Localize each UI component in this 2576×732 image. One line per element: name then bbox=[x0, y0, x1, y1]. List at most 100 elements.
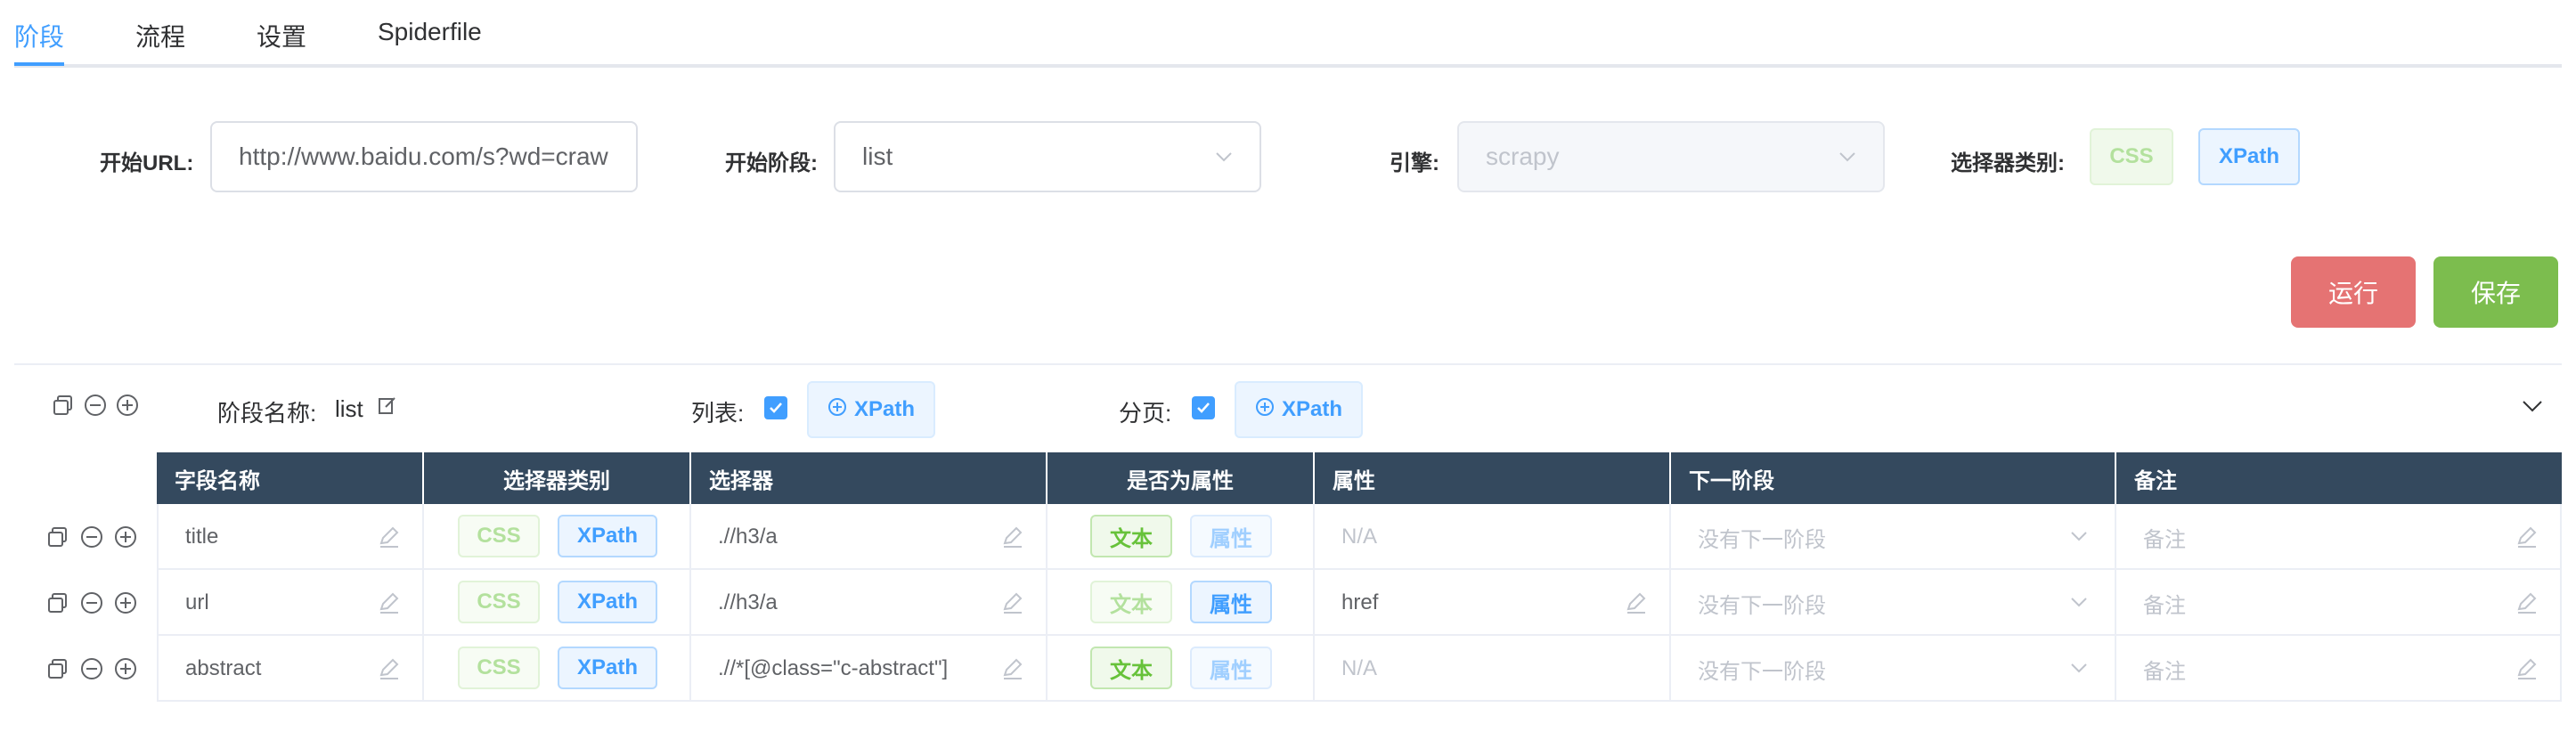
text-toggle-button[interactable]: 文本 bbox=[1090, 515, 1172, 557]
table-row: title CSS XPath .//h3/a 文本 属性 N/A 没有下一阶段 备注 bbox=[157, 504, 2562, 570]
col-header-field-name: 字段名称 bbox=[157, 452, 424, 504]
pagination-xpath-label: XPath bbox=[1281, 397, 1342, 421]
edit-pencil-icon[interactable] bbox=[1625, 591, 1648, 614]
chevron-down-icon bbox=[2070, 527, 2088, 545]
chevron-down-icon bbox=[1838, 148, 1856, 166]
col-header-remark: 备注 bbox=[2134, 468, 2177, 493]
attribute-toggle-button[interactable]: 属性 bbox=[1190, 581, 1272, 623]
start-stage-value: list bbox=[862, 142, 893, 170]
selector-cell[interactable]: .//h3/a bbox=[691, 570, 1048, 636]
selector-cell[interactable]: .//*[@class="c-abstract"] bbox=[691, 636, 1048, 702]
text-toggle-button[interactable]: 文本 bbox=[1090, 581, 1172, 623]
remark-placeholder: 备注 bbox=[2143, 659, 2186, 684]
selector-value: .//*[@class="c-abstract"] bbox=[718, 656, 949, 680]
selector-type-cell: CSS XPath bbox=[424, 504, 691, 570]
plus-circle-icon bbox=[1255, 397, 1275, 423]
next-stage-select[interactable]: 没有下一阶段 bbox=[1671, 570, 2116, 636]
save-button[interactable]: 保存 bbox=[2433, 256, 2558, 328]
selector-type-label: 选择器类别: bbox=[1951, 151, 2065, 175]
next-stage-select[interactable]: 没有下一阶段 bbox=[1671, 504, 2116, 570]
field-name-value: title bbox=[185, 525, 219, 549]
row-css-button[interactable]: CSS bbox=[458, 647, 540, 689]
is-attribute-cell: 文本 属性 bbox=[1048, 636, 1315, 702]
pagination-checkbox[interactable] bbox=[1192, 396, 1215, 419]
remove-field-icon[interactable] bbox=[80, 591, 103, 614]
attribute-cell: N/A bbox=[1315, 636, 1671, 702]
remark-cell[interactable]: 备注 bbox=[2116, 636, 2562, 702]
start-url-input[interactable]: http://www.baidu.com/s?wd=craw bbox=[210, 121, 638, 192]
row-css-button[interactable]: CSS bbox=[458, 515, 540, 557]
collapse-chevron-icon[interactable] bbox=[2521, 397, 2544, 415]
row-xpath-button[interactable]: XPath bbox=[558, 581, 657, 623]
plus-circle-icon bbox=[827, 397, 847, 423]
remark-cell[interactable]: 备注 bbox=[2116, 504, 2562, 570]
tab-settings[interactable]: 设置 bbox=[257, 18, 306, 53]
selector-type-cell: CSS XPath bbox=[424, 636, 691, 702]
attribute-toggle-button[interactable]: 属性 bbox=[1190, 515, 1272, 557]
remove-field-icon[interactable] bbox=[80, 657, 103, 680]
run-button[interactable]: 运行 bbox=[2291, 256, 2416, 328]
attribute-value: N/A bbox=[1341, 656, 1378, 680]
attribute-cell: N/A bbox=[1315, 504, 1671, 570]
edit-pencil-icon[interactable] bbox=[1001, 525, 1024, 549]
add-field-icon[interactable] bbox=[114, 657, 137, 680]
list-xpath-button[interactable]: XPath bbox=[807, 381, 935, 438]
field-name-cell[interactable]: title bbox=[157, 504, 424, 570]
selector-type-css-button[interactable]: CSS bbox=[2090, 128, 2173, 185]
attribute-toggle-button[interactable]: 属性 bbox=[1190, 647, 1272, 689]
edit-pencil-icon[interactable] bbox=[378, 525, 401, 549]
field-name-cell[interactable]: abstract bbox=[157, 636, 424, 702]
edit-pencil-icon[interactable] bbox=[2515, 525, 2539, 549]
field-name-value: abstract bbox=[185, 656, 262, 680]
field-name-value: url bbox=[185, 590, 209, 614]
col-header-next-stage: 下一阶段 bbox=[1671, 452, 2116, 504]
add-stage-icon[interactable] bbox=[116, 394, 139, 417]
remark-cell[interactable]: 备注 bbox=[2116, 570, 2562, 636]
list-checkbox[interactable] bbox=[764, 396, 787, 419]
stage-name-label: 阶段名称: bbox=[217, 400, 317, 427]
text-toggle-button[interactable]: 文本 bbox=[1090, 647, 1172, 689]
copy-field-icon[interactable] bbox=[46, 525, 69, 549]
add-field-icon[interactable] bbox=[114, 525, 137, 549]
stage-name-value: list bbox=[335, 395, 363, 422]
copy-field-icon[interactable] bbox=[46, 591, 69, 614]
row-css-button[interactable]: CSS bbox=[458, 581, 540, 623]
tab-process[interactable]: 流程 bbox=[135, 18, 185, 53]
add-field-icon[interactable] bbox=[114, 591, 137, 614]
section-divider bbox=[14, 363, 2562, 365]
edit-pencil-icon[interactable] bbox=[378, 591, 401, 614]
start-stage-select[interactable]: list bbox=[834, 121, 1261, 192]
row-xpath-button[interactable]: XPath bbox=[558, 515, 657, 557]
table-row: url CSS XPath .//h3/a 文本 属性 href 没有下一阶段 备注 bbox=[157, 570, 2562, 636]
tab-bar: 阶段 流程 设置 Spiderfile bbox=[14, 0, 2562, 68]
edit-pencil-icon[interactable] bbox=[1001, 591, 1024, 614]
engine-select: scrapy bbox=[1457, 121, 1885, 192]
edit-stage-name-icon[interactable] bbox=[378, 395, 397, 415]
attribute-cell[interactable]: href bbox=[1315, 570, 1671, 636]
pagination-xpath-button[interactable]: XPath bbox=[1235, 381, 1363, 438]
attribute-value: href bbox=[1341, 590, 1379, 614]
start-stage-label: 开始阶段: bbox=[725, 151, 818, 175]
tab-stages[interactable]: 阶段 bbox=[14, 18, 64, 53]
next-stage-select[interactable]: 没有下一阶段 bbox=[1671, 636, 2116, 702]
is-attribute-cell: 文本 属性 bbox=[1048, 504, 1315, 570]
remove-field-icon[interactable] bbox=[80, 525, 103, 549]
row-xpath-button[interactable]: XPath bbox=[558, 647, 657, 689]
col-header-attribute: 属性 bbox=[1315, 452, 1671, 504]
selector-type-xpath-button[interactable]: XPath bbox=[2198, 128, 2300, 185]
copy-field-icon[interactable] bbox=[46, 657, 69, 680]
selector-cell[interactable]: .//h3/a bbox=[691, 504, 1048, 570]
tab-spiderfile[interactable]: Spiderfile bbox=[378, 18, 482, 46]
col-header-is-attribute: 是否为属性 bbox=[1048, 452, 1315, 504]
edit-pencil-icon[interactable] bbox=[1001, 657, 1024, 680]
field-name-cell[interactable]: url bbox=[157, 570, 424, 636]
list-xpath-label: XPath bbox=[853, 397, 915, 421]
edit-pencil-icon[interactable] bbox=[2515, 591, 2539, 614]
engine-label: 引擎: bbox=[1390, 151, 1439, 175]
edit-pencil-icon[interactable] bbox=[378, 657, 401, 680]
edit-pencil-icon[interactable] bbox=[2515, 657, 2539, 680]
copy-stage-icon[interactable] bbox=[52, 394, 75, 417]
selector-value: .//h3/a bbox=[718, 525, 778, 549]
remove-stage-icon[interactable] bbox=[84, 394, 107, 417]
col-header-selector: 选择器 bbox=[691, 452, 1048, 504]
